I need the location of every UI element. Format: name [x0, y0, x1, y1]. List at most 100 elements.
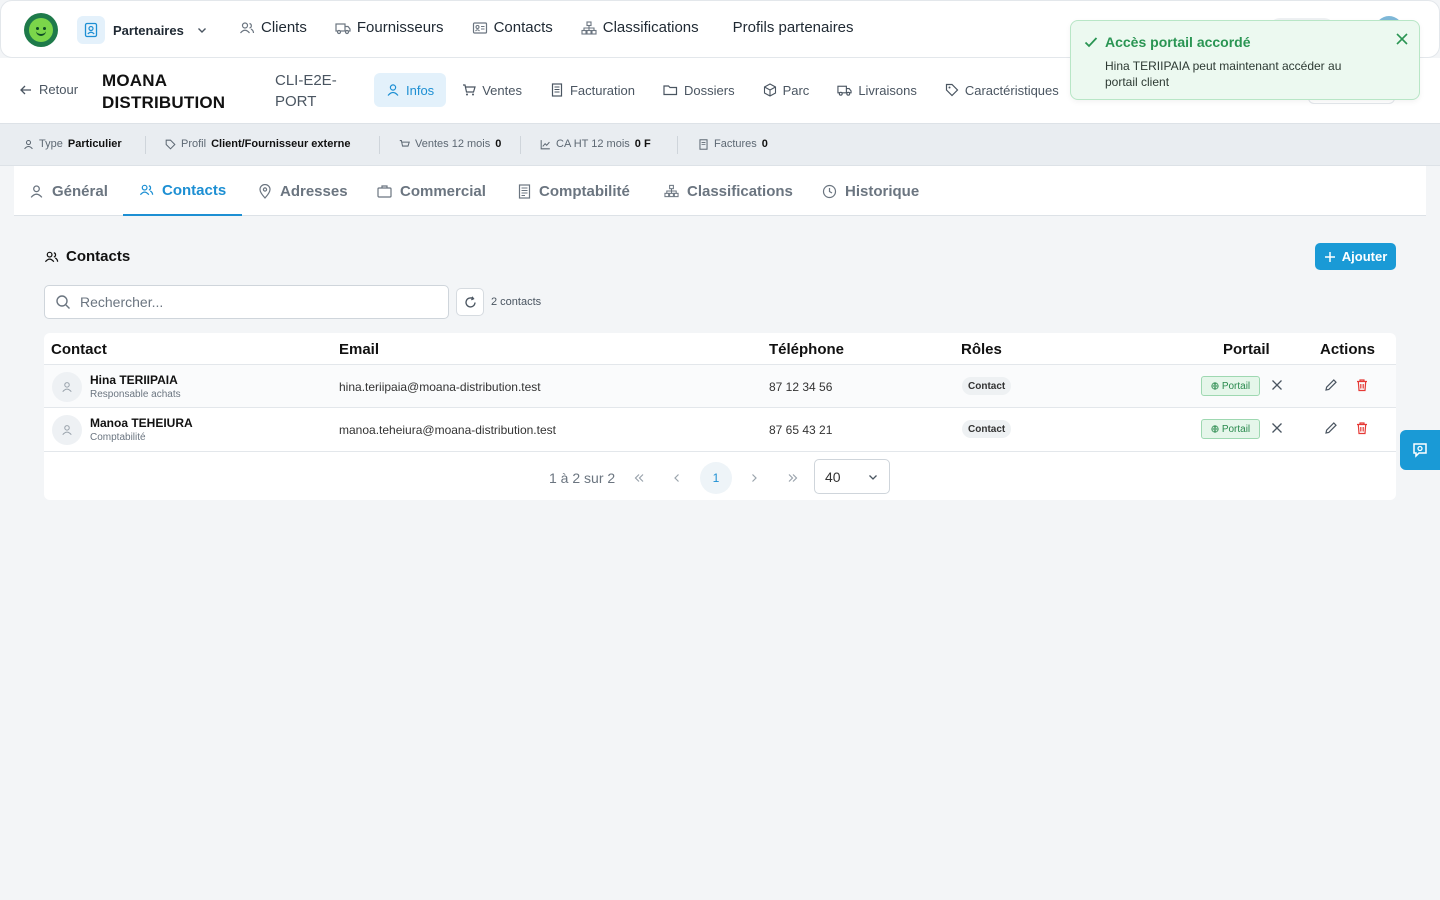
info-profil-label: Profil — [181, 138, 207, 150]
nav-profils-partenaires[interactable]: Profils partenaires — [733, 19, 854, 36]
close-icon — [1270, 421, 1284, 435]
table-row[interactable]: Hina TERIIPAIA Responsable achats hina.t… — [44, 364, 1396, 407]
nav-contacts[interactable]: Contacts — [472, 19, 553, 36]
back-button[interactable]: Retour — [19, 82, 78, 97]
chevron-right-icon — [748, 472, 760, 484]
pagination-range: 1 à 2 sur 2 — [549, 470, 616, 486]
info-factures-value: 0 — [761, 138, 768, 150]
nav-clients[interactable]: Clients — [239, 19, 307, 36]
chevrons-right-icon — [787, 472, 799, 484]
portal-status-badge: Portail — [1201, 419, 1260, 439]
revoke-portal-button[interactable] — [1270, 421, 1284, 435]
box-icon — [763, 83, 777, 97]
divider — [379, 136, 380, 154]
per-page-value: 40 — [825, 468, 841, 485]
first-page-button[interactable] — [623, 462, 655, 494]
tab-ventes[interactable]: Ventes — [450, 73, 534, 107]
close-icon — [1270, 378, 1284, 392]
next-page-button[interactable] — [738, 462, 770, 494]
revoke-portal-button[interactable] — [1270, 378, 1284, 392]
contact-role: Comptabilité — [90, 432, 146, 443]
search-icon — [55, 294, 71, 310]
search-input[interactable] — [80, 294, 420, 310]
truck-icon — [837, 83, 852, 97]
tab-historique[interactable]: Historique — [822, 166, 919, 216]
tab-commercial[interactable]: Commercial — [377, 166, 486, 216]
tab-contacts-label: Contacts — [162, 181, 227, 199]
info-ventes-value: 0 — [495, 138, 502, 150]
chevron-down-icon — [867, 471, 879, 483]
tag-icon — [945, 83, 959, 97]
refresh-button[interactable] — [456, 288, 484, 316]
delete-contact-button[interactable] — [1355, 421, 1369, 435]
pencil-icon — [1324, 378, 1338, 392]
info-factures-label: Factures — [714, 138, 757, 150]
tab-classifications[interactable]: Classifications — [664, 166, 793, 216]
tab-historique-label: Historique — [845, 182, 920, 200]
close-icon[interactable] — [1394, 31, 1410, 47]
tab-comptabilite[interactable]: Comptabilité — [518, 166, 630, 216]
col-actions: Actions — [1320, 341, 1376, 358]
info-ca: CA HT 12 mois 0 F — [540, 138, 651, 150]
trash-icon — [1355, 378, 1369, 392]
col-roles[interactable]: Rôles — [961, 341, 1002, 358]
tab-ventes-label: Ventes — [482, 82, 522, 98]
tab-comptabilite-label: Comptabilité — [539, 182, 630, 200]
tab-adresses[interactable]: Adresses — [258, 166, 348, 216]
table-row[interactable]: Manoa TEHEIURA Comptabilité manoa.teheiu… — [44, 407, 1396, 450]
tab-general[interactable]: Général — [29, 166, 108, 216]
last-page-button[interactable] — [777, 462, 809, 494]
users-icon — [239, 21, 255, 35]
plus-icon — [1324, 251, 1336, 263]
info-type-label: Type — [39, 138, 63, 150]
invoice-icon — [698, 138, 709, 150]
delete-contact-button[interactable] — [1355, 378, 1369, 392]
edit-contact-button[interactable] — [1324, 421, 1338, 435]
search-box — [44, 285, 449, 319]
feedback-button[interactable] — [1400, 430, 1440, 470]
tab-caracteristiques[interactable]: Caractéristiques — [933, 73, 1071, 107]
back-label: Retour — [39, 82, 79, 97]
nav-contacts-label: Contacts — [493, 19, 553, 36]
globe-icon — [1211, 382, 1219, 390]
tab-contacts[interactable]: Contacts — [123, 166, 243, 216]
chat-search-icon — [1411, 441, 1429, 459]
tab-facturation[interactable]: Facturation — [538, 73, 647, 107]
add-contact-button[interactable]: Ajouter — [1315, 243, 1396, 270]
tab-dossiers[interactable]: Dossiers — [651, 73, 747, 107]
module-selector[interactable]: Partenaires — [77, 16, 208, 44]
page-button-current[interactable]: 1 — [700, 462, 732, 494]
avatar — [52, 372, 82, 402]
app-logo[interactable] — [24, 13, 58, 47]
col-email[interactable]: Email — [339, 341, 379, 358]
divider — [677, 136, 678, 154]
edit-contact-button[interactable] — [1324, 378, 1338, 392]
trash-icon — [1355, 421, 1369, 435]
tab-parc[interactable]: Parc — [751, 73, 822, 107]
ledger-icon — [518, 183, 531, 199]
per-page-select[interactable]: 40 — [814, 459, 890, 494]
toast-message: Hina TERIIPAIA peut maintenant accéder a… — [1105, 59, 1342, 89]
tab-parc-label: Parc — [782, 82, 810, 98]
contact-name: Manoa TEHEIURA — [90, 416, 193, 430]
nav-fournisseurs[interactable]: Fournisseurs — [335, 19, 444, 36]
tab-livraisons[interactable]: Livraisons — [825, 73, 929, 107]
hierarchy-icon — [581, 20, 597, 35]
nav-classifications[interactable]: Classifications — [581, 19, 699, 36]
tab-infos-label: Infos — [406, 82, 435, 98]
info-ventes-label: Ventes 12 mois — [415, 138, 491, 150]
pagination: 1 à 2 sur 2 1 40 — [44, 451, 1396, 500]
col-telephone[interactable]: Téléphone — [769, 341, 844, 358]
add-contact-label: Ajouter — [1341, 249, 1388, 264]
prev-page-button[interactable] — [661, 462, 693, 494]
hierarchy-icon — [664, 184, 679, 198]
chevron-down-icon — [196, 24, 208, 36]
chart-line-icon — [540, 139, 551, 150]
user-icon — [29, 184, 44, 199]
user-icon — [386, 83, 400, 97]
col-contact[interactable]: Contact — [51, 341, 107, 358]
cart-icon — [462, 83, 476, 97]
contact-phone: 87 65 43 21 — [769, 423, 833, 437]
tab-infos[interactable]: Infos — [374, 73, 447, 107]
info-profil-value: Client/Fournisseur externe — [211, 138, 351, 150]
